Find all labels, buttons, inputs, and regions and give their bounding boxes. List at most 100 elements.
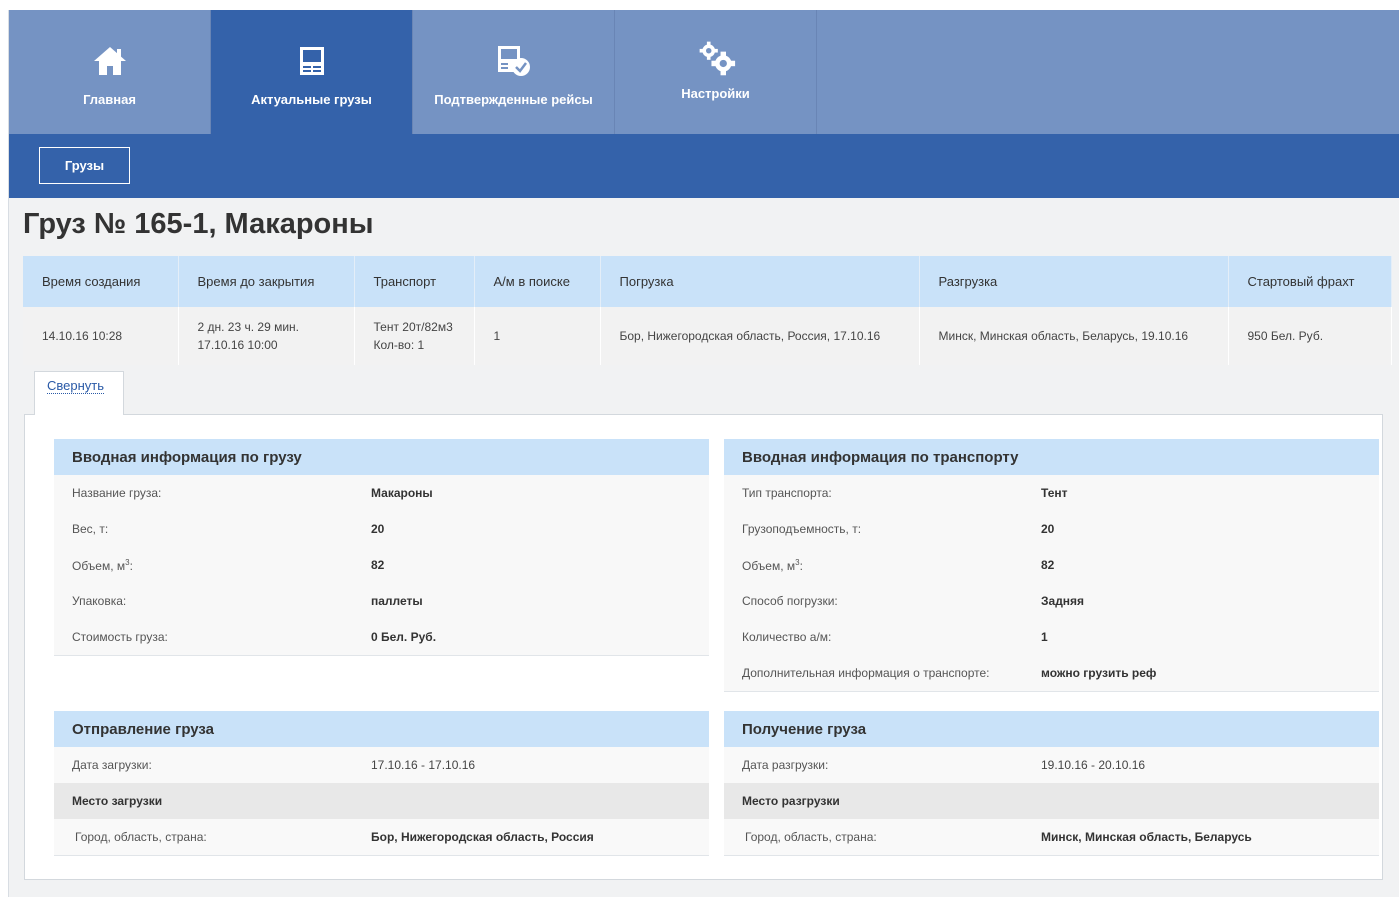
column-header-created: Время создания [23, 256, 179, 307]
sub-navigation: Грузы [9, 134, 1399, 198]
tab-actual-cargo[interactable]: Актуальные грузы [211, 10, 413, 134]
transport-volume-label: Объем, м [742, 558, 796, 573]
home-icon [90, 44, 130, 78]
column-header-unloading: Разгрузка [919, 256, 1229, 307]
confirmed-document-icon [494, 44, 534, 78]
tab-confirmed-trips-label: Подтвержденные рейсы [434, 92, 593, 107]
page-title: Груз № 165-1, Макароны [23, 208, 374, 240]
document-icon [292, 44, 332, 78]
transport-type-row: Тип транспорта: Тент [724, 475, 1379, 511]
cargo-weight-row: Вес, т: 20 [54, 511, 709, 547]
cargo-volume-row: Объем, м3: 82 [54, 547, 709, 583]
cell-time-left: 2 дн. 23 ч. 29 мин. 17.10.16 10:00 [178, 307, 355, 365]
transport-volume-value: 82 [1041, 558, 1055, 572]
dispatch-place-header-row: Место загрузки [54, 783, 709, 819]
tab-actual-cargo-label: Актуальные грузы [251, 92, 372, 107]
tab-settings-label: Настройки [681, 86, 750, 101]
column-header-time-left: Время до закрытия [178, 256, 355, 307]
cargo-info-title: Вводная информация по грузу [54, 439, 709, 475]
cell-unloading: Минск, Минская область, Беларусь, 19.10.… [919, 307, 1229, 365]
dispatch-block: Отправление груза Дата загрузки: 17.10.1… [54, 711, 709, 856]
transport-count-label: Количество а/м: [742, 630, 832, 644]
cargo-volume-value: 82 [371, 558, 385, 572]
transport-volume-row: Объем, м3: 82 [724, 547, 1379, 583]
dispatch-date-row: Дата загрузки: 17.10.16 - 17.10.16 [54, 747, 709, 783]
transport-loading-method-value: Задняя [1041, 594, 1085, 608]
dispatch-date-value: 17.10.16 - 17.10.16 [371, 758, 476, 772]
transport-capacity-value: 20 [1041, 522, 1055, 536]
transport-value: Тент 20т/82м3 [373, 320, 453, 334]
close-date-value: 17.10.16 10:00 [197, 338, 278, 352]
cell-trucks-searching: 1 [474, 307, 601, 365]
transport-extra-label: Дополнительная информация о транспорте: [742, 666, 990, 680]
tab-home-label: Главная [83, 92, 136, 107]
dispatch-place-header: Место загрузки [72, 794, 163, 808]
dispatch-city-value: Бор, Нижегородская область, Россия [371, 830, 594, 844]
column-header-trucks-searching: А/м в поиске [474, 256, 601, 307]
cargo-name-row: Название груза: Макароны [54, 475, 709, 511]
receipt-date-value: 19.10.16 - 20.10.16 [1041, 758, 1146, 772]
gears-icon [696, 38, 736, 78]
cell-created: 14.10.16 10:28 [23, 307, 179, 365]
cargo-info-block: Вводная информация по грузу Название гру… [54, 439, 709, 656]
dispatch-date-label: Дата загрузки: [72, 758, 152, 772]
transport-info-title: Вводная информация по транспорту [724, 439, 1379, 475]
cargo-summary-table: Время создания Время до закрытия Транспо… [23, 256, 1392, 365]
transport-type-value: Тент [1041, 486, 1068, 500]
cargo-volume-label: Объем, м [72, 558, 126, 573]
dispatch-city-label: Город, область, страна: [75, 830, 207, 844]
transport-capacity-label: Грузоподъемность, т: [742, 522, 862, 536]
top-navigation: Главная Актуальные грузы Подтвержденные … [9, 10, 1399, 134]
receipt-city-label: Город, область, страна: [745, 830, 877, 844]
cargo-button[interactable]: Грузы [39, 147, 130, 184]
transport-count-value: 1 [1041, 630, 1048, 644]
receipt-place-header-row: Место разгрузки [724, 783, 1379, 819]
table-row: 14.10.16 10:28 2 дн. 23 ч. 29 мин. 17.10… [23, 307, 1392, 365]
cargo-weight-label: Вес, т: [72, 522, 109, 536]
transport-info-block: Вводная информация по транспорту Тип тра… [724, 439, 1379, 692]
transport-volume-sup: 3 [795, 557, 800, 567]
tab-settings[interactable]: Настройки [615, 10, 817, 134]
receipt-date-label: Дата разгрузки: [742, 758, 829, 772]
cargo-name-label: Название груза: [72, 486, 162, 500]
tab-home[interactable]: Главная [9, 10, 211, 134]
cargo-cost-value: 0 Бел. Руб. [371, 630, 437, 644]
transport-count-row: Количество а/м: 1 [724, 619, 1379, 655]
details-panel: Вводная информация по грузу Название гру… [24, 414, 1383, 880]
transport-loading-method-label: Способ погрузки: [742, 594, 838, 608]
receipt-block: Получение груза Дата разгрузки: 19.10.16… [724, 711, 1379, 856]
transport-capacity-row: Грузоподъемность, т: 20 [724, 511, 1379, 547]
receipt-date-row: Дата разгрузки: 19.10.16 - 20.10.16 [724, 747, 1379, 783]
transport-extra-row: Дополнительная информация о транспорте: … [724, 655, 1379, 691]
cargo-cost-label: Стоимость груза: [72, 630, 168, 644]
summary-header-row: Время создания Время до закрытия Транспо… [23, 256, 1392, 307]
cargo-weight-value: 20 [371, 522, 385, 536]
dispatch-title: Отправление груза [54, 711, 709, 747]
cargo-volume-sup: 3 [125, 557, 130, 567]
quantity-value: Кол-во: 1 [373, 338, 425, 352]
cargo-packing-row: Упаковка: паллеты [54, 583, 709, 619]
cargo-cost-row: Стоимость груза: 0 Бел. Руб. [54, 619, 709, 655]
receipt-city-row: Город, область, страна: Минск, Минская о… [724, 819, 1379, 855]
receipt-title: Получение груза [724, 711, 1379, 747]
dispatch-city-row: Город, область, страна: Бор, Нижегородск… [54, 819, 709, 855]
transport-volume-label-wrap: Объем, м3: [742, 557, 803, 573]
receipt-city-value: Минск, Минская область, Беларусь [1041, 830, 1252, 844]
receipt-place-header: Место разгрузки [742, 794, 840, 808]
cell-transport: Тент 20т/82м3 Кол-во: 1 [354, 307, 475, 365]
tab-confirmed-trips[interactable]: Подтвержденные рейсы [413, 10, 615, 134]
transport-extra-value: можно грузить реф [1041, 666, 1157, 680]
column-header-loading: Погрузка [600, 256, 920, 307]
cargo-name-value: Макароны [371, 486, 433, 500]
cargo-volume-label-wrap: Объем, м3: [72, 557, 133, 573]
time-left-value: 2 дн. 23 ч. 29 мин. [197, 320, 300, 334]
collapse-tab: Свернуть [34, 371, 124, 415]
cell-freight: 950 Бел. Руб. [1228, 307, 1392, 365]
cell-loading: Бор, Нижегородская область, Россия, 17.1… [600, 307, 920, 365]
cargo-packing-label: Упаковка: [72, 594, 127, 608]
transport-type-label: Тип транспорта: [742, 486, 832, 500]
collapse-link[interactable]: Свернуть [47, 378, 105, 394]
column-header-freight: Стартовый фрахт [1228, 256, 1392, 307]
column-header-transport: Транспорт [354, 256, 475, 307]
cargo-packing-value: паллеты [371, 594, 423, 608]
